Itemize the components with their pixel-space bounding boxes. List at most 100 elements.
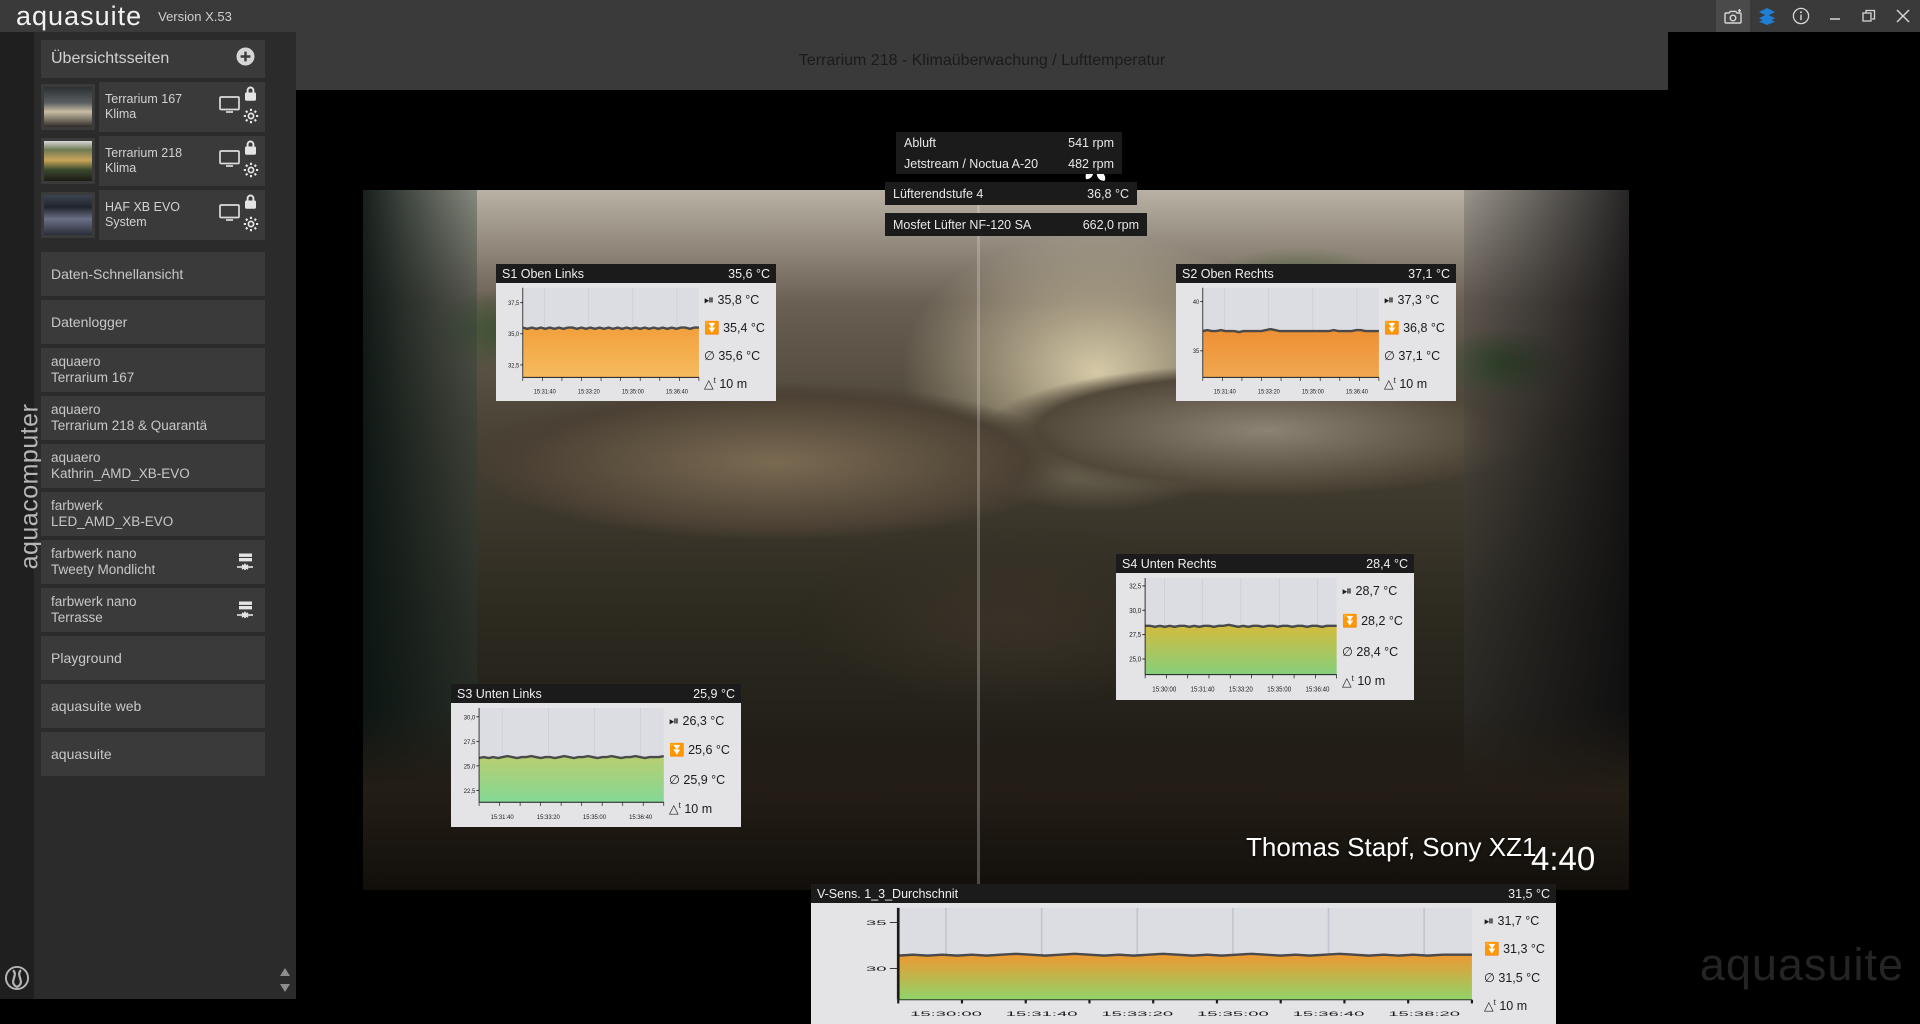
stat-glyph: ⏯ [1342,584,1353,599]
chart-title: S1 Oben Links [502,266,584,281]
layers-icon[interactable] [1750,0,1784,32]
label-text: Mosfet Lüfter NF-120 SA [893,217,1032,232]
stat-glyph: ⏯ [669,713,680,728]
chart-widget-s2[interactable]: S2 Oben Rechts 37,1 °C 40 35 15:31:40 15:33:2… [1176,264,1456,401]
svg-text:40: 40 [1193,299,1200,306]
data-label-jetstream: Jetstream / Noctua A-20 482 rpm [896,153,1122,174]
label-text: Abluft [904,135,936,150]
sidebar-item-aquaero-terrarium-218[interactable]: aquaero Terrarium 218 & Quarantä [41,396,265,440]
svg-text:35: 35 [1193,348,1200,355]
stat-value: 25,6 °C [688,742,730,757]
svg-text:25,0: 25,0 [464,763,476,770]
sidebar-scrollbar[interactable] [278,32,292,999]
chart-stat-max: ⏯ 28,7 °C [1342,584,1414,599]
aquasuite-watermark: aquasuite [1699,939,1904,990]
sidebar-item-aquaero-kathrin[interactable]: aquaero Kathrin_AMD_XB-EVO [41,444,265,488]
svg-text:15:33:20: 15:33:20 [1229,686,1253,693]
stat-glyph: ∅ [669,772,680,787]
stat-glyph: ⏯ [704,293,715,308]
stat-value: 28,4 °C [1356,644,1399,659]
stat-value: 26,3 °C [682,713,725,728]
gear-icon[interactable] [243,162,259,183]
svg-text:22,5: 22,5 [464,788,476,795]
lock-icon[interactable] [243,86,259,107]
stat-glyph: ⏬ [704,320,720,335]
stat-glyph: ⏯ [1384,293,1395,308]
minimize-icon[interactable] [1818,0,1852,32]
photo-credit: Thomas Stapf, Sony XZ1 [1246,832,1537,862]
stat-value: 35,4 °C [723,320,765,335]
label-text: Lüfterendstufe 4 [893,186,984,201]
chart-widget-vsens[interactable]: V-Sens. 1_3_Durchschnit 31,5 °C 35 30 15:30:… [811,884,1556,1024]
close-icon[interactable] [1886,0,1920,32]
info-icon[interactable] [1784,0,1818,32]
label-value: 482 rpm [1068,156,1114,171]
sidebar-item-aquaero-terrarium-167[interactable]: aquaero Terrarium 167 [41,348,265,392]
stat-glyph: ⏬ [1342,614,1358,629]
device-type: farbwerk [51,498,103,513]
chart-plot: 35 30 15:30:00 15:31:40 15:33:20 15:35:00 15:3… [811,903,1482,1024]
page-title: Terrarium 218 [105,146,183,160]
chart-stat-max: ⏯ 35,8 °C [704,293,776,308]
sidebar-item-daten-schnellansicht[interactable]: Daten-Schnellansicht [41,252,265,296]
sidebar-item-aquasuite[interactable]: aquasuite [41,732,265,776]
stat-value: 10 m [1499,999,1528,1014]
monitor-icon[interactable] [219,150,240,172]
screenshot-icon[interactable] [1716,0,1750,32]
sidebar-rail: aquacomputer [0,32,44,999]
stat-value: 37,1 °C [1398,349,1441,364]
restore-icon[interactable] [1852,0,1886,32]
overview-page-row[interactable]: HAF XB EVO System [41,190,265,240]
stat-value: 28,7 °C [1355,584,1398,599]
overview-page-row[interactable]: Terrarium 167 Klima [41,82,265,132]
svg-text:15:36:40: 15:36:40 [1306,686,1330,693]
device-name: LED_AMD_XB-EVO [51,514,174,529]
svg-text:30,0: 30,0 [1129,607,1141,614]
lock-icon[interactable] [243,194,259,215]
stat-glyph: ⏯ [1484,913,1495,928]
page-title: Terrarium 167 [105,92,183,106]
overview-page-row[interactable]: Terrarium 218 Klima [41,136,265,186]
svg-text:15:36:40: 15:36:40 [1346,388,1369,395]
page-title: HAF XB EVO [105,200,181,214]
sidebar-item-farbwerk-led[interactable]: farbwerk LED_AMD_XB-EVO [41,492,265,536]
sidebar-item-label: Datenlogger [51,314,128,330]
chart-widget-s1[interactable]: S1 Oben Links 35,6 °C 37,5 35,0 32,5 15:31:40… [496,264,776,401]
add-page-button[interactable] [236,47,255,71]
chart-stat-dt: △t 10 m [669,801,741,816]
chart-header: S1 Oben Links 35,6 °C [496,264,776,283]
svg-text:15:35:00: 15:35:00 [1267,686,1291,693]
scroll-down-button[interactable] [278,981,292,993]
chart-title: V-Sens. 1_3_Durchschnit [817,886,959,901]
stat-glyph: ∅ [1342,644,1353,659]
chart-widget-s4[interactable]: S4 Unten Rechts 28,4 °C 32,5 30,0 27,5 25,0 15… [1116,554,1414,700]
device-type: aquaero [51,402,101,417]
chart-stat-min: ⏬ 35,4 °C [704,321,776,336]
gear-icon[interactable] [243,216,259,237]
gear-icon[interactable] [243,108,259,129]
svg-text:15:33:20: 15:33:20 [537,814,560,821]
sidebar-item-farbwerk-nano-tweety[interactable]: farbwerk nano Tweety Mondlicht [41,540,265,584]
chart-stats: ⏯ 37,3 °C ⏬ 36,8 °C ∅ 37,1 °C △t 10 m [1382,283,1456,401]
sidebar-item-farbwerk-nano-terrasse[interactable]: farbwerk nano Terrasse [41,588,265,632]
device-icon[interactable] [235,599,255,622]
svg-text:32,5: 32,5 [1129,583,1141,590]
sidebar-item-datenlogger[interactable]: Datenlogger [41,300,265,344]
device-name: Kathrin_AMD_XB-EVO [51,466,190,481]
scroll-up-button[interactable] [278,965,292,977]
device-icon[interactable] [235,551,255,574]
label-value: 662,0 rpm [1082,217,1139,232]
chart-stat-avg: ∅ 35,6 °C [704,348,776,363]
sidebar-item-playground[interactable]: Playground [41,636,265,680]
chart-stat-avg: ∅ 25,9 °C [669,772,741,787]
sidebar-item-aquasuite-web[interactable]: aquasuite web [41,684,265,728]
chart-widget-s3[interactable]: S3 Unten Links 25,9 °C 30,0 27,5 25,0 22,5 15:… [451,684,741,827]
lock-icon[interactable] [243,140,259,161]
svg-text:15:33:20: 15:33:20 [1101,1010,1173,1018]
title-bar: aquasuite Version X.53 [0,0,1920,32]
chart-body: 37,5 35,0 32,5 15:31:40 15:33:20 15:35:00 15:3… [496,283,776,401]
monitor-icon[interactable] [219,96,240,118]
chart-header: S3 Unten Links 25,9 °C [451,684,741,703]
monitor-icon[interactable] [219,204,240,226]
stat-glyph: ⏬ [1384,320,1400,335]
